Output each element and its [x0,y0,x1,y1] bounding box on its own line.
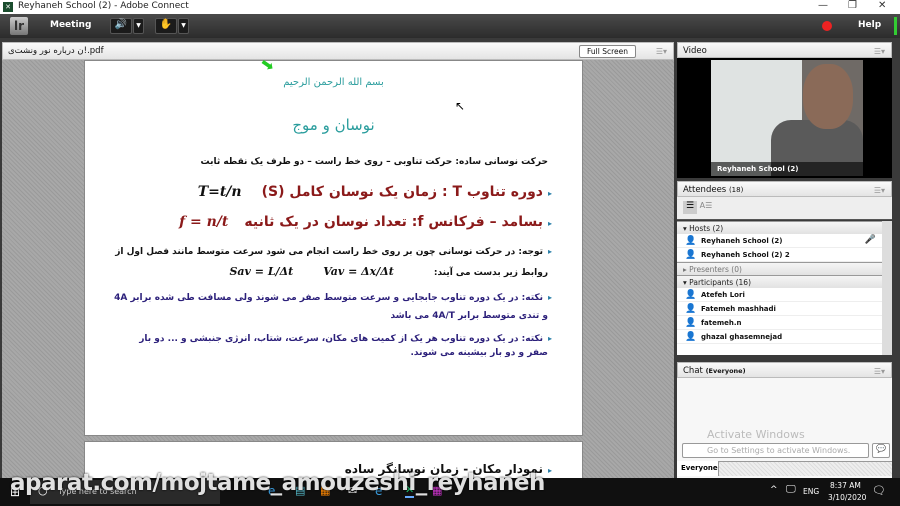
video-pod-header: Video ☰▾ [677,42,892,58]
sav-formula: Sav = L/Δt [229,265,294,278]
bullet-icon: ▸ [547,293,552,302]
meeting-menu[interactable]: Meeting [50,20,91,30]
attendees-pod-header: Attendees (18) ☰▾ [677,181,892,197]
period-text: دوره تناوب T : زمان یک نوسان کامل (S) [261,184,543,200]
video-feed: Reyhaneh School (2) [677,58,892,178]
notifications-icon[interactable]: 🗨 [872,484,886,497]
person-face [803,64,853,129]
hosts-label: Hosts (2) [689,224,724,233]
activate-windows-watermark: Activate Windows [707,428,805,441]
slide-title: نوسان و موج [292,116,375,134]
speaker-icon[interactable]: 🔊 [110,18,132,34]
window-title: Reyhaneh School (2) - Adobe Connect [18,1,189,11]
pod-menu-icon[interactable]: ☰▾ [874,47,885,56]
note2b-text: و تندی متوسط برابر 4A/T می باشد [390,311,548,321]
tray-chevron-icon[interactable]: ^ [770,485,778,495]
minimize-button[interactable]: — [818,0,828,11]
chat-pod-header: Chat (Everyone) ☰▾ [677,362,892,378]
attendee-name: fatemeh.n [701,319,742,327]
bullet-icon: ▸ [547,219,552,228]
note3b-text: صفر و دو بار بیشینه می شوند. [410,348,548,358]
menu-bar: lr Meeting 🔊 ▼ ✋ ▼ Help [0,14,900,38]
video-name-label: Reyhaneh School (2) [711,162,863,176]
note2-text: نکته: در یک دوره تناوب جابجایی و سرعت مت… [114,293,543,303]
pod-menu-icon[interactable]: ☰▾ [874,367,885,376]
pod-menu-icon[interactable]: ☰▾ [656,47,667,56]
participants-group[interactable]: ▾ Participants (16) [677,275,882,288]
attendees-toolbar: ☰ A☰ [677,197,892,220]
restore-button[interactable]: ❐ [848,0,857,11]
attendee-item[interactable]: 👤 fatemeh.n [677,316,882,330]
attendee-item[interactable]: 👤 Reyhaneh School (2) 🎤 [677,234,882,248]
status-icon[interactable]: ✋ [155,18,177,34]
participants-label: Participants (16) [689,278,751,287]
document-filename: ن درباره نور ونشت‌ی!.pdf [8,46,104,56]
help-menu[interactable]: Help [858,20,881,30]
attendees-title: Attendees [683,185,727,195]
basmala: بسم الله الرحمن الرحیم [283,77,384,88]
sort-icon[interactable]: A☰ [699,201,713,214]
attendee-item[interactable]: 👤 Fatemeh mashhadi [677,302,882,316]
clock-date[interactable]: 3/10/2020 [828,493,866,502]
bullet-icon: ▸ [547,247,552,256]
slide-page: ➡ ↖ بسم الله الرحمن الرحیم نوسان و موج ح… [84,53,583,436]
title-bar: ✕ Reyhaneh School (2) - Adobe Connect — … [0,0,900,14]
status-dropdown[interactable]: ▼ [178,18,189,34]
note3-text: نکته: در یک دوره تناوب هر یک از کمیت های… [139,334,543,344]
network-icon[interactable]: 🖵 [786,484,796,495]
attendee-name: Atefeh Lori [701,291,745,299]
host-icon: 👤 [685,250,697,260]
chat-title: Chat [683,366,703,376]
frequency-text: بسامد – فرکانس f: تعداد نوسان در یک ثانی… [244,214,543,230]
host-icon: 👤 [685,236,697,246]
participant-icon: 👤 [685,332,697,342]
chat-tab-everyone[interactable]: Everyone [677,461,719,476]
microphone-icon: 🎤 [864,235,876,245]
full-screen-button[interactable]: Full Screen [579,45,636,58]
attendee-name: Fatemeh mashhadi [701,305,776,313]
period-formula: T=t/n [197,184,242,200]
attendee-item[interactable]: 👤 Atefeh Lori [677,288,882,302]
chat-scope: (Everyone) [705,367,746,375]
vav-formula: Vav = Δx/Δt [323,265,394,278]
hosts-group[interactable]: ▾ Hosts (2) [677,221,882,234]
webcam-image [711,60,863,176]
note1b-text: روابط زیر بدست می آیند: [433,268,548,278]
record-icon[interactable] [822,21,832,31]
bullet-icon: ▸ [547,189,552,198]
attendee-list: ▾ Hosts (2) 👤 Reyhaneh School (2) 🎤 👤 Reyha… [677,221,892,355]
attendee-name: Reyhaneh School (2) 2 [701,251,790,259]
attendee-item[interactable]: 👤 Reyhaneh School (2) 2 [677,248,882,262]
close-button[interactable]: ✕ [878,0,886,11]
intro-text: حرکت نوسانی ساده: حرکت تناوبی – روی خط ر… [200,157,548,167]
attendee-name: Reyhaneh School (2) [701,237,783,245]
note1-text: توجه: در حرکت نوسانی چون بر روی خط راست … [115,247,543,257]
presenters-group[interactable]: ▸ Presenters (0) [677,262,882,275]
aparat-watermark: aparat.com/mojtame_amouzeshi_reyhaneh [10,470,545,496]
send-message-icon[interactable]: 💬 [872,443,890,458]
video-title: Video [683,46,707,56]
list-view-icon[interactable]: ☰ [683,201,697,214]
bullet-icon: ▸ [547,466,552,475]
language-indicator[interactable]: ENG [803,487,819,496]
mouse-cursor-icon: ↖ [455,99,466,113]
clock-time[interactable]: 8:37 AM [830,481,861,490]
presenters-label: Presenters (0) [689,265,742,274]
attendee-name: ghazal ghasemnejad [701,333,783,341]
participant-icon: 👤 [685,304,697,314]
attendee-item[interactable]: 👤 ghazal ghasemnejad [677,330,882,344]
app-icon: ✕ [3,2,13,12]
participant-icon: 👤 [685,290,697,300]
pod-menu-icon[interactable]: ☰▾ [874,186,885,195]
bullet-icon: ▸ [547,334,552,343]
chat-pod: Activate Windows Go to Settings to activ… [677,378,892,478]
speaker-dropdown[interactable]: ▼ [133,18,144,34]
adobe-connect-logo: lr [10,17,28,35]
frequency-formula: f = n/t [179,214,229,230]
attendees-count: (18) [728,186,744,194]
share-pod-header: ن درباره نور ونشت‌ی!.pdf Full Screen ☰▾ [2,42,674,60]
participant-icon: 👤 [685,318,697,328]
connection-indicator [894,17,897,35]
chat-input[interactable]: Go to Settings to activate Windows. [682,443,869,458]
